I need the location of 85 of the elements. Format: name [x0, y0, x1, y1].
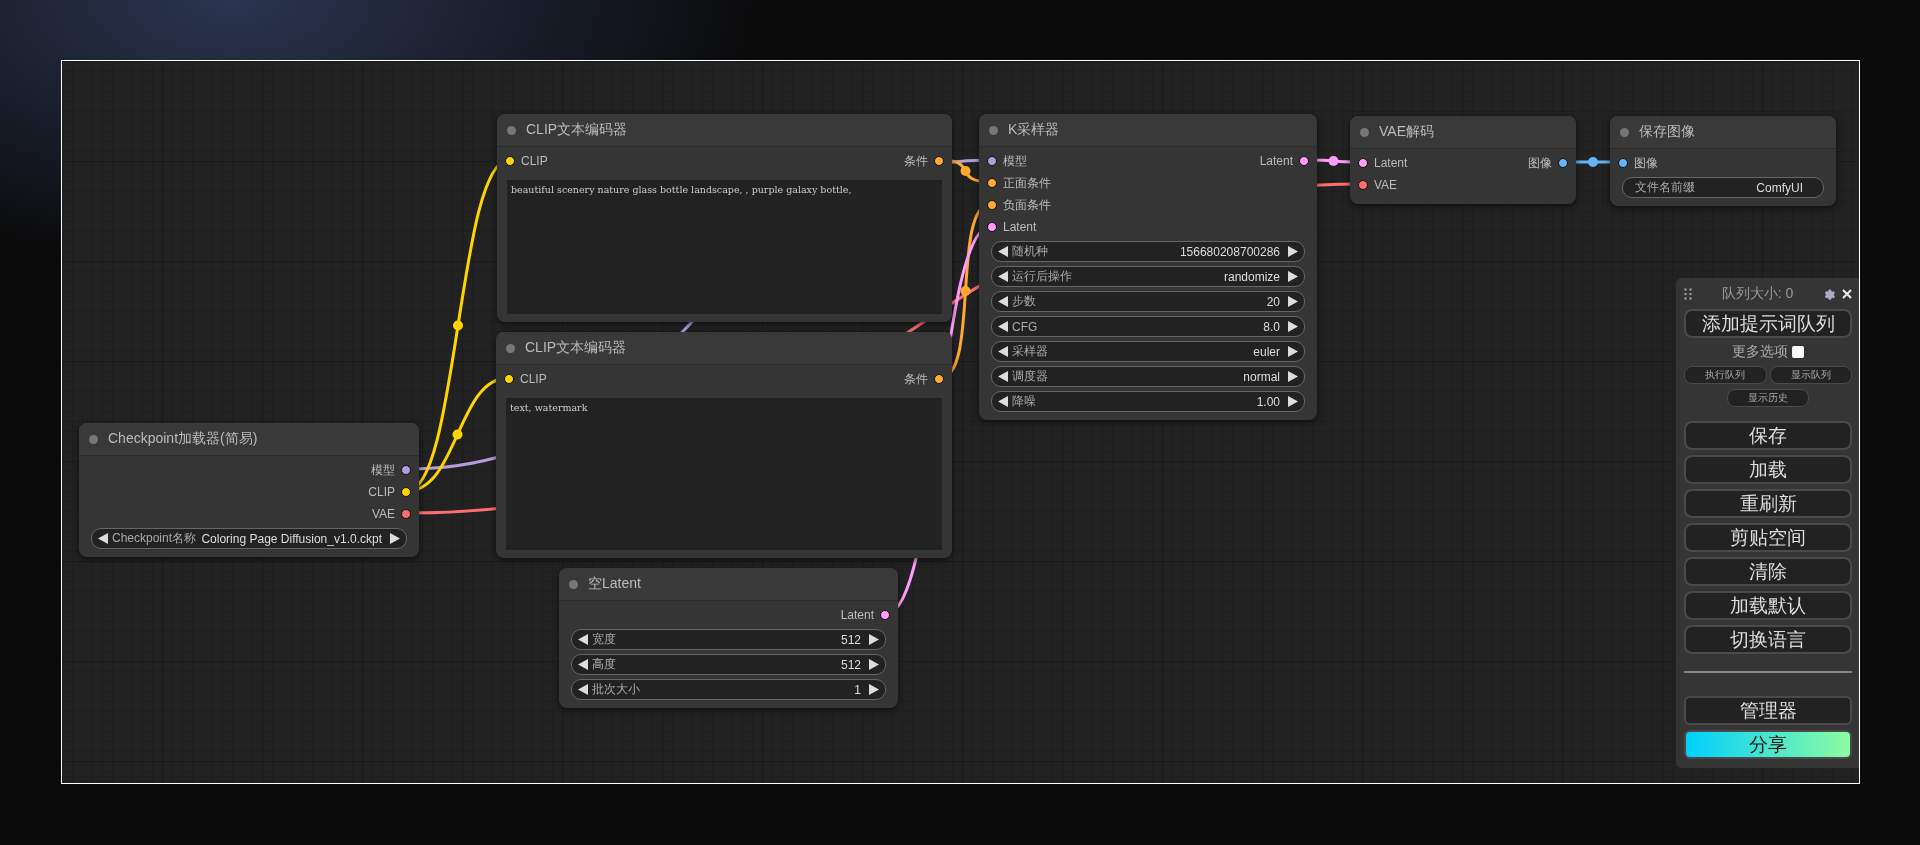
- right-triangle-icon[interactable]: [869, 684, 879, 695]
- collapse-dot[interactable]: [1360, 127, 1369, 137]
- input-slot[interactable]: CLIP: [497, 154, 548, 168]
- node-title: K采样器: [1008, 121, 1060, 139]
- output-slot[interactable]: 条件: [904, 152, 952, 170]
- left-triangle-icon[interactable]: [998, 346, 1008, 357]
- settings-icon[interactable]: [1823, 287, 1836, 301]
- combo-widget[interactable]: 采样器 euler: [991, 341, 1305, 362]
- right-triangle-icon[interactable]: [1288, 396, 1298, 407]
- output-slot[interactable]: 模型: [371, 461, 419, 479]
- menu-button[interactable]: 切换语言: [1684, 625, 1852, 654]
- combo-widget[interactable]: Checkpoint名称 Coloring Page Diffusion_v1.0.ckpt: [91, 528, 407, 549]
- collapse-dot[interactable]: [989, 125, 998, 135]
- right-triangle-icon[interactable]: [1288, 271, 1298, 282]
- queue-action-button[interactable]: 显示队列: [1769, 366, 1852, 384]
- queue-action-button[interactable]: 执行队列: [1684, 366, 1767, 384]
- queue-size-label: 队列大小: 0: [1720, 285, 1795, 303]
- node-title: CLIP文本编码器: [525, 339, 627, 357]
- collapse-dot[interactable]: [89, 434, 98, 444]
- right-triangle-icon[interactable]: [1288, 346, 1298, 357]
- menu-button[interactable]: 加载默认: [1684, 591, 1852, 620]
- close-icon[interactable]: [1842, 289, 1852, 299]
- number-widget[interactable]: 宽度 512: [571, 629, 886, 650]
- input-slot[interactable]: 图像: [1610, 154, 1658, 172]
- number-widget[interactable]: 高度 512: [571, 654, 886, 675]
- left-triangle-icon[interactable]: [578, 634, 588, 645]
- left-triangle-icon[interactable]: [998, 371, 1008, 382]
- text-widget[interactable]: 文件名前缀 ComfyUI: [1622, 177, 1824, 198]
- node-title: Checkpoint加载器(简易): [108, 430, 258, 448]
- left-triangle-icon[interactable]: [998, 296, 1008, 307]
- input-slot[interactable]: VAE: [1350, 178, 1398, 192]
- input-slot[interactable]: Latent: [979, 220, 1037, 234]
- left-triangle-icon[interactable]: [578, 659, 588, 670]
- menu-button[interactable]: 保存: [1684, 421, 1852, 450]
- input-slot[interactable]: 正面条件: [979, 174, 1051, 192]
- node-title: 空Latent: [588, 575, 641, 593]
- right-triangle-icon[interactable]: [390, 533, 400, 544]
- left-triangle-icon[interactable]: [998, 396, 1008, 407]
- left-triangle-icon[interactable]: [998, 271, 1008, 282]
- output-slot[interactable]: 图像: [1528, 154, 1576, 172]
- left-triangle-icon[interactable]: [998, 321, 1008, 332]
- collapse-dot[interactable]: [507, 125, 516, 135]
- combo-widget[interactable]: 调度器 normal: [991, 366, 1305, 387]
- output-slot[interactable]: Latent: [1259, 154, 1317, 168]
- left-triangle-icon[interactable]: [578, 684, 588, 695]
- node-title: VAE解码: [1379, 123, 1434, 141]
- collapse-dot[interactable]: [569, 579, 578, 589]
- number-widget[interactable]: 随机种 156680208700286: [991, 241, 1305, 262]
- manager-button[interactable]: 管理器: [1684, 696, 1852, 725]
- number-widget[interactable]: 步数 20: [991, 291, 1305, 312]
- share-button[interactable]: 分享: [1684, 730, 1852, 759]
- collapse-dot[interactable]: [1620, 127, 1629, 137]
- queue-prompt-button[interactable]: 添加提示词队列: [1684, 309, 1852, 338]
- input-slot[interactable]: 模型: [979, 152, 1027, 170]
- menu-button[interactable]: 重刷新: [1684, 489, 1852, 518]
- node-title: CLIP文本编码器: [526, 121, 628, 139]
- right-triangle-icon[interactable]: [1288, 246, 1298, 257]
- right-triangle-icon[interactable]: [869, 634, 879, 645]
- output-slot[interactable]: 条件: [904, 370, 952, 388]
- right-triangle-icon[interactable]: [1288, 371, 1298, 382]
- menu-button[interactable]: 加载: [1684, 455, 1852, 484]
- more-options-checkbox[interactable]: 更多选项: [1684, 343, 1852, 361]
- collapse-dot[interactable]: [506, 343, 515, 353]
- input-slot[interactable]: 负面条件: [979, 196, 1051, 214]
- input-slot[interactable]: CLIP: [496, 372, 547, 386]
- output-slot[interactable]: VAE: [371, 507, 419, 521]
- prompt-field[interactable]: beautiful scenery nature glass bottle landscape, , purple galaxy bottle,: [507, 180, 942, 314]
- number-widget[interactable]: CFG 8.0: [991, 316, 1305, 337]
- left-triangle-icon[interactable]: [998, 246, 1008, 257]
- number-widget[interactable]: 批次大小 1: [571, 679, 886, 700]
- left-triangle-icon[interactable]: [98, 533, 108, 544]
- menu-button[interactable]: 剪贴空间: [1684, 523, 1852, 552]
- right-triangle-icon[interactable]: [1288, 296, 1298, 307]
- input-slot[interactable]: Latent: [1350, 156, 1408, 170]
- history-button[interactable]: 显示历史: [1727, 389, 1809, 407]
- right-triangle-icon[interactable]: [1288, 321, 1298, 332]
- node-title: 保存图像: [1639, 123, 1695, 141]
- menu-button[interactable]: 清除: [1684, 557, 1852, 586]
- combo-widget[interactable]: 运行后操作 randomize: [991, 266, 1305, 287]
- right-triangle-icon[interactable]: [869, 659, 879, 670]
- drag-handle-icon[interactable]: [1684, 288, 1692, 300]
- number-widget[interactable]: 降噪 1.00: [991, 391, 1305, 412]
- output-slot[interactable]: Latent: [840, 608, 898, 622]
- prompt-field[interactable]: text, watermark: [506, 398, 942, 550]
- output-slot[interactable]: CLIP: [368, 485, 419, 499]
